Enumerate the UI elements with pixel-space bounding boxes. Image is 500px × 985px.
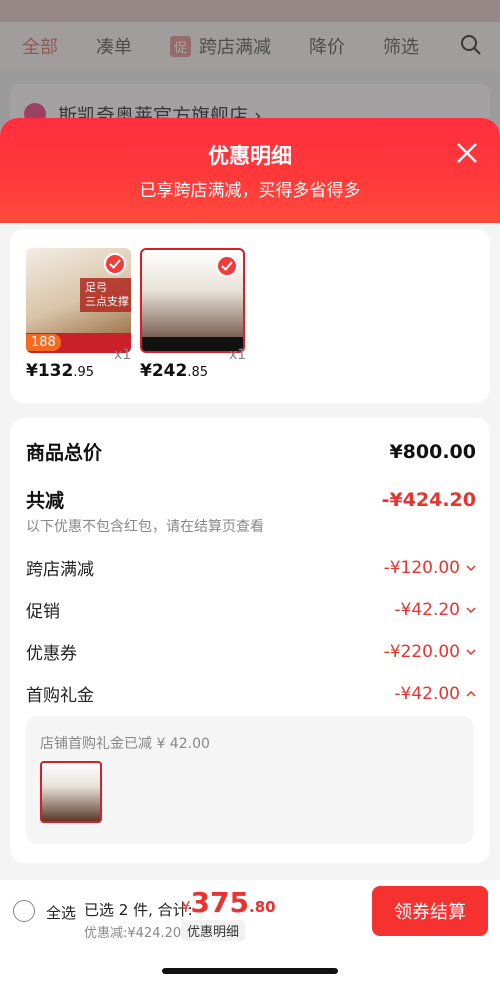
discount-row-promotion[interactable]: 促销 -¥42.20 [26,597,476,622]
discount-label: 首购礼金 [26,686,94,706]
products-card: 足弓 三点支撑 188 ¥132.95 x1 ¥242.85 x1 [10,229,490,403]
reduce-row: 共减 -¥424.20 [26,486,476,513]
discount-value: -¥42.00 [394,684,476,704]
product-thumbnail[interactable] [140,248,245,353]
detail-product-thumbnail[interactable] [40,761,102,823]
total-label: 商品总价 [26,442,103,464]
total-amount: ¥ 375 .80 [181,886,276,919]
home-indicator [162,968,338,974]
sheet-header: 优惠明细 已享跨店满减，买得多省得多 [0,118,500,223]
discount-value: -¥220.00 [384,642,476,662]
chevron-down-icon [466,648,476,655]
selected-count: 已选 2 件, 合计: [84,901,193,919]
chevron-down-icon [466,564,476,571]
sheet-title: 优惠明细 [208,144,292,168]
product-price: ¥242.85 [140,361,209,381]
product-thumbnail[interactable]: 足弓 三点支撑 188 [26,248,131,353]
discount-note: 以下优惠不包含红包，请在结算页查看 [26,519,264,535]
selected-check-icon [216,255,238,277]
bottom-checkout-bar: 全选 已选 2 件, 合计: ¥ 375 .80 优惠减:¥424.20 优惠明… [0,880,500,985]
total-value: ¥800.00 [389,440,476,463]
reduce-label: 共减 [26,490,65,512]
discount-detail-sheet: 优惠明细 已享跨店满减，买得多省得多 足弓 三点支撑 188 ¥132.95 x… [0,118,500,985]
discount-row-coupon[interactable]: 优惠券 -¥220.00 [26,639,476,664]
chevron-down-icon [466,606,476,613]
discount-detail-button[interactable]: 优惠明细 [181,920,246,941]
discount-value: -¥42.20 [394,600,476,620]
discount-row-first-purchase[interactable]: 首购礼金 -¥42.00 [26,681,476,706]
detail-text: 店铺首购礼金已减 ¥ 42.00 [40,736,210,752]
discount-summary: 优惠减:¥424.20 [84,926,182,941]
sheet-subtitle: 已享跨店满减，买得多省得多 [139,181,361,201]
discount-label: 优惠券 [26,644,77,664]
product-price-badge: 188 [26,334,61,351]
first-purchase-detail: 店铺首购礼金已减 ¥ 42.00 [26,716,474,844]
discount-label: 跨店满减 [26,560,94,580]
product-tag-bar [142,337,243,351]
product-price: ¥132.95 [26,361,95,381]
selected-check-icon [104,253,126,275]
reduce-value: -¥424.20 [381,488,476,511]
close-icon[interactable] [456,142,478,164]
discount-label: 促销 [26,602,60,622]
checkout-button[interactable]: 领券结算 [372,886,488,936]
discount-value: -¥120.00 [384,558,476,578]
select-all-label[interactable]: 全选 [46,902,76,923]
select-all-checkbox[interactable] [13,900,35,922]
product-feature-label: 足弓 三点支撑 [80,278,131,312]
total-row: 商品总价 ¥800.00 [26,438,476,465]
product-qty: x1 [229,347,247,363]
discount-row-cross-store[interactable]: 跨店满减 -¥120.00 [26,555,476,580]
chevron-up-icon [466,690,476,697]
summary-card: 商品总价 ¥800.00 共减 -¥424.20 以下优惠不包含红包，请在结算页… [10,418,490,863]
product-qty: x1 [114,347,132,363]
